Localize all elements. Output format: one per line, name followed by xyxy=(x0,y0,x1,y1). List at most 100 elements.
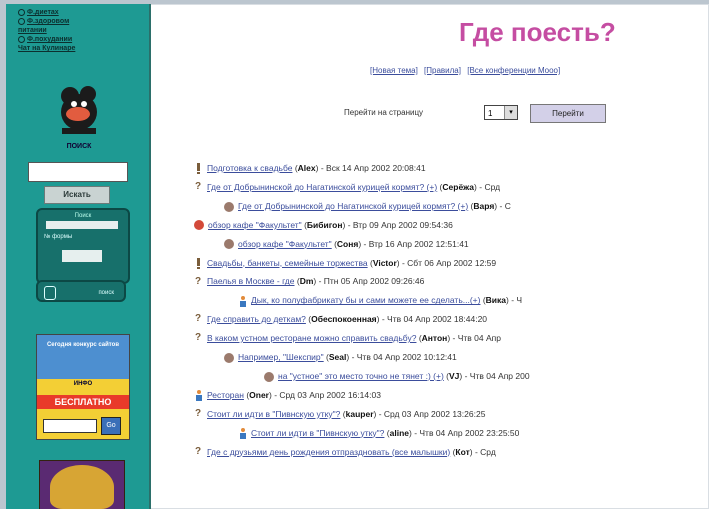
thread-date: Чтв 04 Апр 2002 23:25:50 xyxy=(419,427,520,438)
thread-title-link[interactable]: Где от Добрынинской до Нагатинской куриц… xyxy=(238,201,468,211)
thread-author: Серёжа xyxy=(442,181,475,192)
thread-date: Срд xyxy=(484,181,501,192)
thread-title-link[interactable]: Где с друзьями день рождения отпразднова… xyxy=(207,447,450,457)
thread-row: Где с друзьями день рождения отпразднова… xyxy=(194,446,496,462)
thread-row: Например, "Шекспир" (Seal) - Чтв 04 Апр … xyxy=(224,352,457,367)
thread-date: Втр 16 Апр 2002 12:51:41 xyxy=(368,238,469,249)
thread-author: Варя xyxy=(473,200,495,211)
thread-title-link[interactable]: обзор кафе "Факультет" xyxy=(238,239,332,249)
reply-icon xyxy=(264,371,274,382)
thread-author: Victor xyxy=(372,257,397,268)
separator: ) - xyxy=(358,238,369,249)
thread-row: Стоит ли идти в "Пивнскую утку"? (aline)… xyxy=(238,428,519,443)
thread-date: Срд xyxy=(480,446,496,457)
person-icon xyxy=(238,427,247,439)
thread-title-link[interactable]: Паелья в Москве - где xyxy=(207,276,295,286)
goto-button[interactable]: Перейти xyxy=(530,104,606,123)
sidebar-link-healthy[interactable]: Ф.здоровом xyxy=(18,17,75,26)
separator: ) - xyxy=(373,408,384,419)
person-icon xyxy=(238,295,247,307)
separator: ) - xyxy=(494,200,505,211)
lock-icon xyxy=(44,286,56,300)
question-icon xyxy=(194,408,203,420)
new-topic-link[interactable]: [Новая тема] xyxy=(370,66,418,75)
question-icon xyxy=(194,446,203,458)
thread-title-link[interactable]: Стоит ли идти в "Пивнскую утку"? xyxy=(207,409,340,419)
thread-title-link[interactable]: Стоит ли идти в "Пивнскую утку"? xyxy=(251,428,384,438)
sidebar-search-button[interactable]: Искать xyxy=(44,186,110,204)
thread-title-link[interactable]: Свадьбы, банкеты, семейные торжества xyxy=(207,258,368,268)
bullet-icon xyxy=(18,35,25,43)
goto-page-label: Перейти на страницу xyxy=(344,108,424,117)
reply-icon xyxy=(224,239,234,250)
thread-title-link[interactable]: Например, "Шекспир" xyxy=(238,352,324,362)
thread-title-link[interactable]: Где справить до деткам? xyxy=(207,314,306,324)
thread-date: Чтв 04 Апр 2002 10:12:41 xyxy=(356,352,457,362)
separator: ) - xyxy=(396,257,408,268)
form-label-top: Поиск xyxy=(74,213,92,219)
ad-email-input[interactable] xyxy=(43,419,97,433)
thread-author: Dm xyxy=(299,276,314,287)
thread-author: Соня xyxy=(336,238,359,249)
sidebar: Ф.диетах Ф.здоровом питании Ф.похудании … xyxy=(6,4,151,509)
thread-author: Oner xyxy=(249,389,269,400)
thread-date: Сбт 06 Апр 2002 12:59 xyxy=(407,257,497,268)
sidebar-link-nutrition[interactable]: питании xyxy=(18,26,75,35)
sidebar-ad-banner[interactable]: Сегодня конкурс сайтов ИНФО БЕСПЛАТНО Go xyxy=(36,334,130,440)
form-input-top[interactable] xyxy=(46,221,118,229)
separator: ) - xyxy=(469,446,481,457)
goto-page-select[interactable]: 1 ▾ xyxy=(484,105,518,120)
logo-caption: ПОИСК xyxy=(66,143,92,150)
thread-date: С xyxy=(504,200,511,211)
thread-title-link[interactable]: Ресторан xyxy=(207,390,244,400)
sidebar-search-box[interactable]: поиск xyxy=(36,280,126,302)
sidebar-form-box: Поиск № формы xyxy=(36,208,130,284)
rules-link[interactable]: [Правила] xyxy=(424,66,461,75)
thread-title-link[interactable]: на "устное" это место точно не тянет :) … xyxy=(278,371,444,381)
question-icon xyxy=(194,332,203,344)
site-logo[interactable]: ПОИСК xyxy=(52,74,106,150)
form-label-mid: № формы xyxy=(44,234,73,240)
thread-author: Обеспокоенная xyxy=(311,314,377,325)
thread-author: Alex xyxy=(297,163,316,173)
ad-go-button[interactable]: Go xyxy=(101,417,121,435)
separator: ) - xyxy=(459,370,470,381)
bullet-icon xyxy=(18,8,25,16)
thread-date: Птн 05 Апр 2002 09:26:46 xyxy=(323,276,425,287)
thread-row: Свадьбы, банкеты, семейные торжества (Vi… xyxy=(194,258,496,273)
all-conferences-link[interactable]: [Все конференции Mooo] xyxy=(467,66,560,75)
sidebar-ad-image[interactable] xyxy=(39,460,125,509)
thread-title-link[interactable]: Дык, ко полуфабрикату бы и сами можете е… xyxy=(251,295,480,305)
thread-author: Кот xyxy=(455,446,470,457)
question-icon xyxy=(194,181,203,193)
sidebar-search-input[interactable] xyxy=(28,162,128,182)
separator: ) - xyxy=(269,389,280,400)
thread-row: обзор кафе "Факультет" (Соня) - Втр 16 А… xyxy=(224,239,469,254)
separator: ) - xyxy=(315,163,327,173)
thread-row: Где справить до деткам? (Обеспокоенная) … xyxy=(194,313,488,329)
thread-row: Ресторан (Oner) - Срд 03 Апр 2002 16:14:… xyxy=(194,390,381,405)
bullet-icon xyxy=(18,17,25,25)
thread-author: kauper xyxy=(345,408,374,419)
thread-author: Seal xyxy=(328,352,347,362)
thread-title-link[interactable]: Где от Добрынинской до Нагатинской куриц… xyxy=(207,182,437,192)
thread-title-link[interactable]: обзор кафе "Факультет" xyxy=(208,220,302,230)
thread-title-link[interactable]: В каком устном ресторане можно справить … xyxy=(207,333,416,343)
ad-mid-text: ИНФО xyxy=(73,381,93,387)
ad-artwork xyxy=(50,465,114,509)
question-icon xyxy=(194,276,203,288)
sidebar-search-label: поиск xyxy=(98,290,114,296)
thread-author: Бибигон xyxy=(306,219,343,230)
goto-page-value: 1 xyxy=(488,109,493,118)
sidebar-link-weightloss[interactable]: Ф.похудании xyxy=(18,35,75,44)
separator: ) - xyxy=(313,276,324,287)
sidebar-link-diets[interactable]: Ф.диетах xyxy=(18,8,75,17)
sidebar-link-chat[interactable]: Чат на Кулинаре xyxy=(18,44,75,53)
form-input-mid[interactable] xyxy=(62,250,102,262)
page-title: Где поесть? xyxy=(459,17,616,47)
thread-row: В каком устном ресторане можно справить … xyxy=(194,332,501,348)
thread-date: Чтв 04 Апр 2002 18:44:20 xyxy=(387,314,488,325)
separator: ) - xyxy=(346,352,357,362)
thread-title-link[interactable]: Подготовка к свадьбе xyxy=(207,163,292,173)
exclamation-icon xyxy=(194,163,203,175)
